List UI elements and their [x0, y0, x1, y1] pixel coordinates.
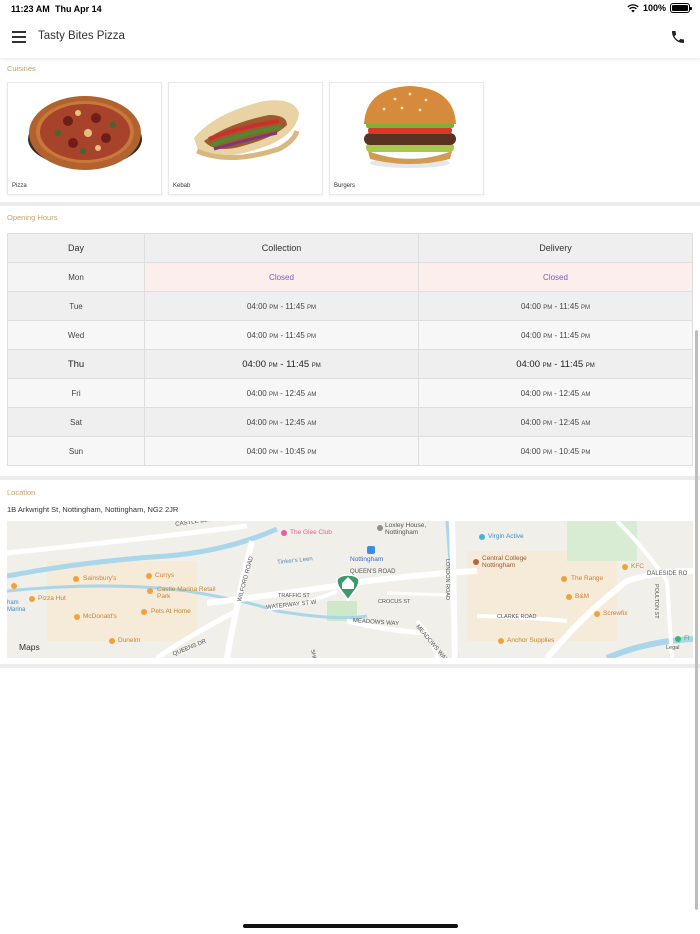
place-label: Screwfix	[603, 610, 628, 617]
delivery-hours: 04:00 PM - 11:45 PM	[418, 320, 693, 350]
wifi-icon	[627, 3, 639, 12]
place-label: McDonald's	[83, 613, 117, 620]
status-time: 11:23 AM	[11, 4, 50, 14]
status-date: Thu Apr 14	[55, 4, 102, 14]
column-header-delivery: Delivery	[418, 233, 693, 263]
legal-link: Legal	[666, 645, 680, 651]
maps-attribution: Maps	[19, 642, 40, 652]
cuisine-card-pizza[interactable]: Pizza	[7, 82, 162, 195]
table-row: Sun 04:00 PM - 10:45 PM 04:00 PM - 10:45…	[7, 436, 693, 466]
table-row: Tue 04:00 PM - 11:45 PM 04:00 PM - 11:45…	[7, 291, 693, 321]
collection-closed: Closed	[144, 262, 419, 292]
table-row: Sat 04:00 PM - 12:45 AM 04:00 PM - 12:45…	[7, 407, 693, 437]
place-label: Nottingham	[350, 556, 384, 563]
cuisine-name: Burgers	[334, 183, 356, 189]
day-cell: Sun	[7, 436, 145, 466]
cuisines-label: Cuisines	[7, 64, 36, 73]
place-label: Loxley House, Nottingham	[385, 522, 427, 536]
place-label: B&M	[575, 593, 590, 600]
day-cell: Thu	[7, 349, 145, 379]
delivery-closed: Closed	[418, 262, 693, 292]
delivery-hours: 04:00 PM - 12:45 AM	[418, 407, 693, 437]
cuisine-card-kebab[interactable]: Kebab	[168, 82, 323, 195]
table-row: Mon Closed Closed	[7, 262, 693, 292]
table-row: Wed 04:00 PM - 11:45 PM 04:00 PM - 11:45…	[7, 320, 693, 350]
collection-hours: 04:00 PM - 11:45 PM	[144, 320, 419, 350]
place-label: The Range	[571, 575, 604, 582]
collection-hours: 04:00 PM - 12:45 AM	[144, 378, 419, 408]
place-label: The Glee Club	[290, 529, 332, 536]
collection-hours: 04:00 PM - 12:45 AM	[144, 407, 419, 437]
place-label: Currys	[155, 572, 175, 579]
street-label: TRAFFIC ST	[278, 593, 310, 599]
cuisine-card-burgers[interactable]: Burgers	[329, 82, 484, 195]
phone-icon[interactable]	[670, 29, 686, 45]
street-label: CLARKE ROAD	[497, 614, 537, 620]
street-label: LONDON ROAD	[444, 559, 450, 600]
place-label: Pizza Hut	[38, 595, 66, 602]
home-indicator[interactable]	[243, 924, 458, 928]
place-label: Central College Nottingham	[482, 555, 527, 569]
table-row-today: Thu 04:00 PM - 11:45 PM 04:00 PM - 11:45…	[7, 349, 693, 379]
street-label: POULTON ST	[653, 584, 659, 619]
street-label: QUEEN'S ROAD	[350, 569, 396, 575]
place-label: Sainsbury's	[83, 575, 117, 582]
opening-hours-label: Opening Hours	[7, 213, 58, 222]
street-label: DALESIDE RO	[647, 571, 688, 577]
table-header-row: Day Collection Delivery	[7, 233, 693, 263]
scrollbar[interactable]	[695, 330, 698, 910]
place-label: KFC	[631, 563, 644, 570]
kebab-image	[194, 100, 300, 160]
column-header-day: Day	[7, 233, 145, 263]
delivery-hours: 04:00 PM - 10:45 PM	[418, 436, 693, 466]
day-cell: Sat	[7, 407, 145, 437]
place-label: Anchor Supplies	[507, 637, 555, 644]
app-title: Tasty Bites Pizza	[38, 30, 125, 42]
place-label: Dunelm	[118, 637, 141, 644]
section-divider	[0, 202, 700, 206]
place-label: Pets At Home	[151, 608, 191, 615]
section-divider	[0, 664, 700, 668]
place-label: Castle Marina Retail Park	[157, 586, 216, 600]
cuisine-name: Kebab	[173, 183, 191, 189]
column-header-collection: Collection	[144, 233, 419, 263]
pizza-image	[28, 96, 142, 170]
collection-hours: 04:00 PM - 11:45 PM	[144, 291, 419, 321]
collection-hours: 04:00 PM - 11:45 PM	[144, 349, 419, 379]
status-right: 100%	[627, 3, 692, 13]
street-label: CROCUS ST	[378, 599, 411, 605]
delivery-hours: 04:00 PM - 11:45 PM	[418, 349, 693, 379]
place-label: ham Marina	[7, 600, 26, 613]
opening-hours-table: Day Collection Delivery Mon Closed Close…	[7, 233, 693, 466]
map-canvas	[7, 521, 693, 658]
hamburger-menu-icon[interactable]	[12, 31, 26, 43]
section-divider	[0, 476, 700, 480]
day-cell: Wed	[7, 320, 145, 350]
location-map[interactable]: CASTLE BLVD WILFORD ROAD Tinker's Leen TRAF…	[7, 521, 693, 658]
address-text: 1B Arkwright St, Nottingham, Nottingham,…	[7, 505, 179, 514]
day-cell: Tue	[7, 291, 145, 321]
day-cell: Mon	[7, 262, 145, 292]
collection-hours: 04:00 PM - 10:45 PM	[144, 436, 419, 466]
table-row: Fri 04:00 PM - 12:45 AM 04:00 PM - 12:45…	[7, 378, 693, 408]
burger-image	[364, 86, 456, 168]
location-label: Location	[7, 488, 36, 497]
delivery-hours: 04:00 PM - 11:45 PM	[418, 291, 693, 321]
nav-bar: Tasty Bites Pizza	[0, 18, 700, 58]
place-label: Virgin Active	[488, 533, 524, 540]
place-label: Fl	[684, 635, 690, 642]
status-bar: 11:23 AM Thu Apr 14 100%	[0, 0, 700, 18]
battery-percent: 100%	[642, 3, 666, 13]
battery-icon	[670, 3, 692, 13]
cuisine-name: Pizza	[12, 183, 27, 189]
delivery-hours: 04:00 PM - 12:45 AM	[418, 378, 693, 408]
day-cell: Fri	[7, 378, 145, 408]
